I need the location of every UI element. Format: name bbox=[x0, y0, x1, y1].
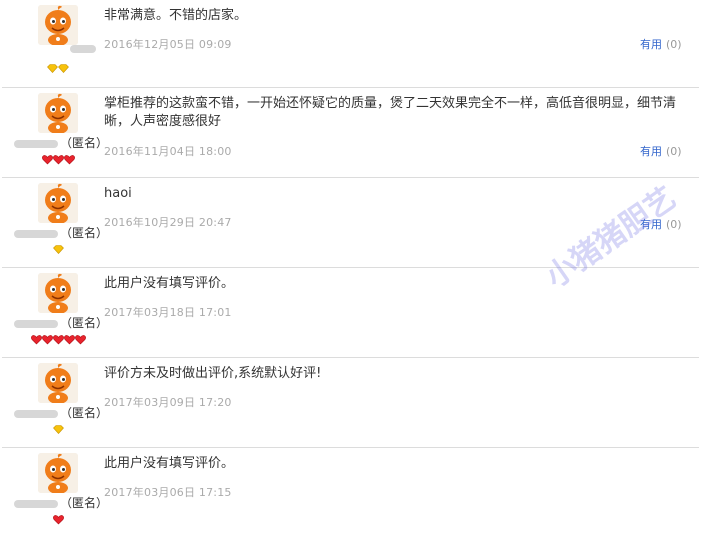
credit-badges bbox=[38, 64, 78, 73]
user-name bbox=[14, 41, 98, 55]
review-item: （匿名） 掌柜推荐的这款蛮不错，一开始还怀疑它的质量，煲了二天效果完全不一样，高低… bbox=[0, 88, 701, 178]
user-avatar[interactable] bbox=[38, 363, 78, 403]
review-item: （匿名） 此用户没有填写评价。 2017年03月06日 17:15 bbox=[0, 448, 701, 535]
anonymous-label: （匿名） bbox=[60, 136, 109, 150]
user-avatar[interactable] bbox=[38, 5, 78, 45]
user-name: （匿名） bbox=[14, 224, 108, 241]
anonymous-label: （匿名） bbox=[60, 226, 109, 240]
useful-button[interactable]: 有用 (0) bbox=[640, 143, 682, 159]
review-item: （匿名） 此用户没有填写评价。 2017年03月18日 17:01 bbox=[0, 268, 701, 358]
user-avatar[interactable] bbox=[38, 183, 78, 223]
useful-count: (0) bbox=[666, 145, 682, 158]
review-text: 此用户没有填写评价。 bbox=[104, 276, 235, 291]
red-heart-icon bbox=[41, 335, 53, 345]
review-date: 2017年03月06日 17:15 bbox=[104, 486, 232, 499]
yellow-diamond-icon bbox=[47, 64, 58, 73]
credit-badges bbox=[24, 335, 92, 345]
anonymous-label: （匿名） bbox=[60, 406, 109, 420]
user-name: （匿名） bbox=[14, 134, 108, 151]
useful-count: (0) bbox=[666, 38, 682, 51]
masked-username bbox=[14, 499, 58, 508]
red-heart-icon bbox=[63, 335, 75, 345]
credit-badges bbox=[38, 515, 78, 525]
credit-badges bbox=[38, 245, 78, 254]
review-date: 2017年03月09日 17:20 bbox=[104, 396, 232, 409]
user-name: （匿名） bbox=[14, 494, 108, 511]
review-text: 此用户没有填写评价。 bbox=[104, 456, 235, 471]
anonymous-label: （匿名） bbox=[60, 496, 109, 510]
review-item: （匿名） 评价方未及时做出评价,系统默认好评! 2017年03月09日 17:20 bbox=[0, 358, 701, 448]
useful-label[interactable]: 有用 bbox=[640, 218, 662, 231]
red-heart-icon bbox=[52, 155, 64, 165]
credit-badges bbox=[38, 155, 78, 165]
useful-button[interactable]: 有用 (0) bbox=[640, 216, 682, 232]
review-text: 非常满意。不错的店家。 bbox=[104, 8, 248, 23]
user-avatar[interactable] bbox=[38, 453, 78, 493]
useful-label[interactable]: 有用 bbox=[640, 38, 662, 51]
user-name: （匿名） bbox=[14, 314, 108, 331]
review-date: 2016年10月29日 20:47 bbox=[104, 216, 232, 229]
user-avatar[interactable] bbox=[38, 93, 78, 133]
masked-username bbox=[14, 139, 58, 148]
review-item: （匿名） haoi 2016年10月29日 20:47 有用 (0) bbox=[0, 178, 701, 268]
review-text: 评价方未及时做出评价,系统默认好评! bbox=[104, 366, 322, 381]
useful-button[interactable]: 有用 (0) bbox=[640, 36, 682, 52]
user-avatar[interactable] bbox=[38, 273, 78, 313]
red-heart-icon bbox=[74, 335, 86, 345]
review-text: haoi bbox=[104, 186, 132, 201]
credit-badges bbox=[38, 425, 78, 434]
user-name: （匿名） bbox=[14, 404, 108, 421]
red-heart-icon bbox=[30, 335, 42, 345]
masked-username bbox=[14, 409, 58, 418]
red-heart-icon bbox=[63, 155, 75, 165]
masked-username bbox=[14, 319, 58, 328]
red-heart-icon bbox=[52, 515, 64, 525]
anonymous-label: （匿名） bbox=[60, 316, 109, 330]
review-date: 2016年11月04日 18:00 bbox=[104, 145, 232, 158]
review-item: 非常满意。不错的店家。 2016年12月05日 09:09 有用 (0) bbox=[0, 0, 701, 88]
red-heart-icon bbox=[52, 335, 64, 345]
yellow-diamond-icon bbox=[52, 425, 64, 434]
red-heart-icon bbox=[41, 155, 53, 165]
yellow-diamond-icon bbox=[52, 245, 64, 254]
review-date: 2016年12月05日 09:09 bbox=[104, 38, 232, 51]
yellow-diamond-icon bbox=[58, 64, 69, 73]
masked-username bbox=[70, 44, 96, 53]
masked-username bbox=[14, 229, 58, 238]
review-text: 掌柜推荐的这款蛮不错，一开始还怀疑它的质量，煲了二天效果完全不一样，高低音很明显… bbox=[104, 96, 677, 129]
useful-count: (0) bbox=[666, 218, 682, 231]
useful-label[interactable]: 有用 bbox=[640, 145, 662, 158]
review-date: 2017年03月18日 17:01 bbox=[104, 306, 232, 319]
